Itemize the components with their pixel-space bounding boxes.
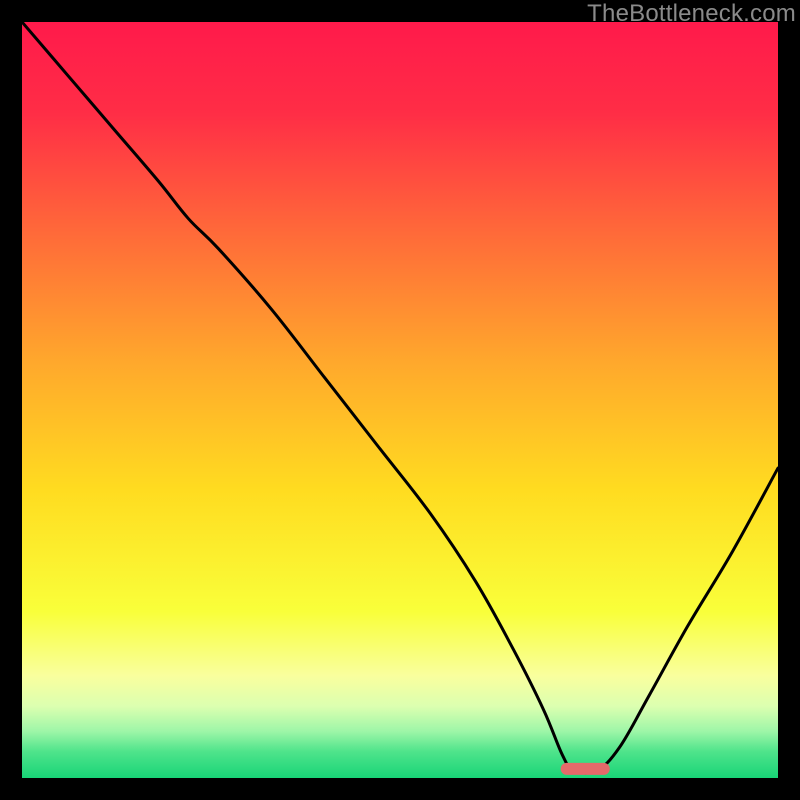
chart-frame	[22, 22, 778, 778]
optimal-zone-marker	[561, 763, 610, 775]
bottleneck-chart	[22, 22, 778, 778]
watermark-text: TheBottleneck.com	[587, 0, 796, 28]
